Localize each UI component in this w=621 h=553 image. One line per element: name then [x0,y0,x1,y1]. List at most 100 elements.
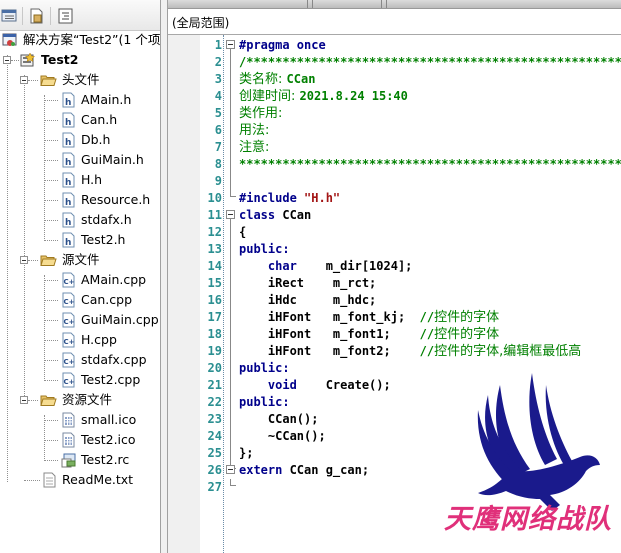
collapse-folder-toggle[interactable] [20,256,28,264]
tree-guide-line [24,75,25,402]
tree-connector [44,180,58,181]
keyword-token: public: [239,395,290,409]
svg-text:C+: C+ [64,358,75,366]
code-line: public: [239,241,290,258]
code-line: public: [239,394,290,411]
tree-connector [44,120,58,121]
code-line: CCan(); [239,411,319,428]
icon-file-icon [62,412,75,428]
file-label: Can.cpp [81,292,133,307]
code-line: iHFont m_font_kj; //控件的字体 [239,309,499,326]
code-token: iRect m_rct; [239,276,377,290]
file-label: Test2.rc [81,452,130,467]
line-number: 20 [207,361,222,375]
class-view-icon[interactable] [57,8,75,24]
fold-toggle[interactable] [226,210,235,219]
tree-connector [28,400,38,401]
code-line: }; [239,445,253,462]
code-token: iHFont m_font1; [239,327,420,341]
panel-splitter[interactable] [161,0,168,553]
tree-connector [44,460,58,461]
solution-icon [2,33,17,46]
tree-connector [44,360,58,361]
file-label: Test2.ico [81,432,136,447]
code-line: iHdc m_hdc; [239,292,376,309]
keyword-token: class [239,208,283,222]
svg-text:h: h [65,118,71,128]
line-number: 9 [214,174,222,188]
tree-guide-line [7,55,8,482]
line-number: 13 [207,242,222,256]
comment-token: /***************************************… [239,55,621,69]
code-line: ~CCan(); [239,428,326,445]
tree-connector [44,240,58,241]
code-line: void Create(); [239,377,391,394]
line-number: 2 [214,55,222,69]
tree-connector [44,320,58,321]
tree-connector [44,300,58,301]
scope-dropdown[interactable]: (全局范围) [168,9,621,35]
folder-open-icon [40,75,57,86]
fold-toggle[interactable] [226,465,235,474]
file-label: GuiMain.cpp [81,312,159,327]
solution-explorer-toolbar [0,0,160,31]
line-number: 8 [214,157,222,171]
project-icon [20,52,35,67]
comment-token: 用法: [239,123,270,138]
header-file-icon: h [62,212,75,228]
file-label: AMain.h [81,92,132,107]
code-line: class CCan [239,207,311,224]
collapse-project-toggle[interactable] [3,56,11,64]
tree-connector [11,60,19,61]
code-line: /***************************************… [239,54,621,71]
tree-connector [44,220,58,221]
comment-token: 类作用: [239,106,283,121]
line-number: 4 [214,89,222,103]
cpp-file-icon: C+ [62,332,75,348]
project-label: Test2 [41,52,79,67]
code-token: iHFont m_font_kj; [239,310,420,324]
file-label: Can.h [81,112,118,127]
code-token: CCan g_can; [289,463,370,477]
comment-token: 控件的字体 [434,327,500,342]
tree-connector [44,420,58,421]
properties-icon[interactable] [28,8,46,24]
svg-text:h: h [65,138,71,148]
line-number: 16 [207,293,222,307]
code-line: iRect m_rct; [239,275,376,292]
string-token: "H.h" [304,191,341,205]
code-token: m_dir[1024]; [296,259,413,273]
line-number: 1 [214,38,222,52]
tree-connector [44,200,58,201]
collapse-folder-toggle[interactable] [20,76,28,84]
code-line: #pragma once [239,37,326,54]
tree-connector [44,140,58,141]
code-line: 注意: [239,139,269,156]
file-label: Test2.h [81,232,126,247]
line-number: 18 [207,327,222,341]
code-line: iHFont m_font1; //控件的字体 [239,326,499,343]
line-number: 27 [207,480,222,494]
rc-file-icon [61,453,76,468]
code-line: char m_dir[1024]; [239,258,413,275]
code-line: 类作用: [239,105,282,122]
comment-token: // [419,310,435,324]
scope-label: (全局范围) [172,16,230,30]
comment-token: 注意: [239,140,270,155]
code-line: iHFont m_font2; //控件的字体,编辑框最低高 [239,343,581,360]
fold-toggle[interactable] [226,40,235,49]
line-number: 25 [207,446,222,460]
line-number: 7 [214,140,222,154]
file-label: H.h [81,172,103,187]
line-number: 10 [207,191,222,205]
collapse-folder-toggle[interactable] [20,396,28,404]
file-label: stdafx.h [81,212,132,227]
line-number: 17 [207,310,222,324]
comment-token: CCan [286,72,316,86]
line-number: 19 [207,344,222,358]
solution-explorer-icon[interactable] [1,8,19,24]
svg-text:h: h [65,98,71,108]
file-label: small.ico [81,412,137,427]
line-number: 14 [207,259,222,273]
code-line: #include "H.h" [239,190,340,207]
